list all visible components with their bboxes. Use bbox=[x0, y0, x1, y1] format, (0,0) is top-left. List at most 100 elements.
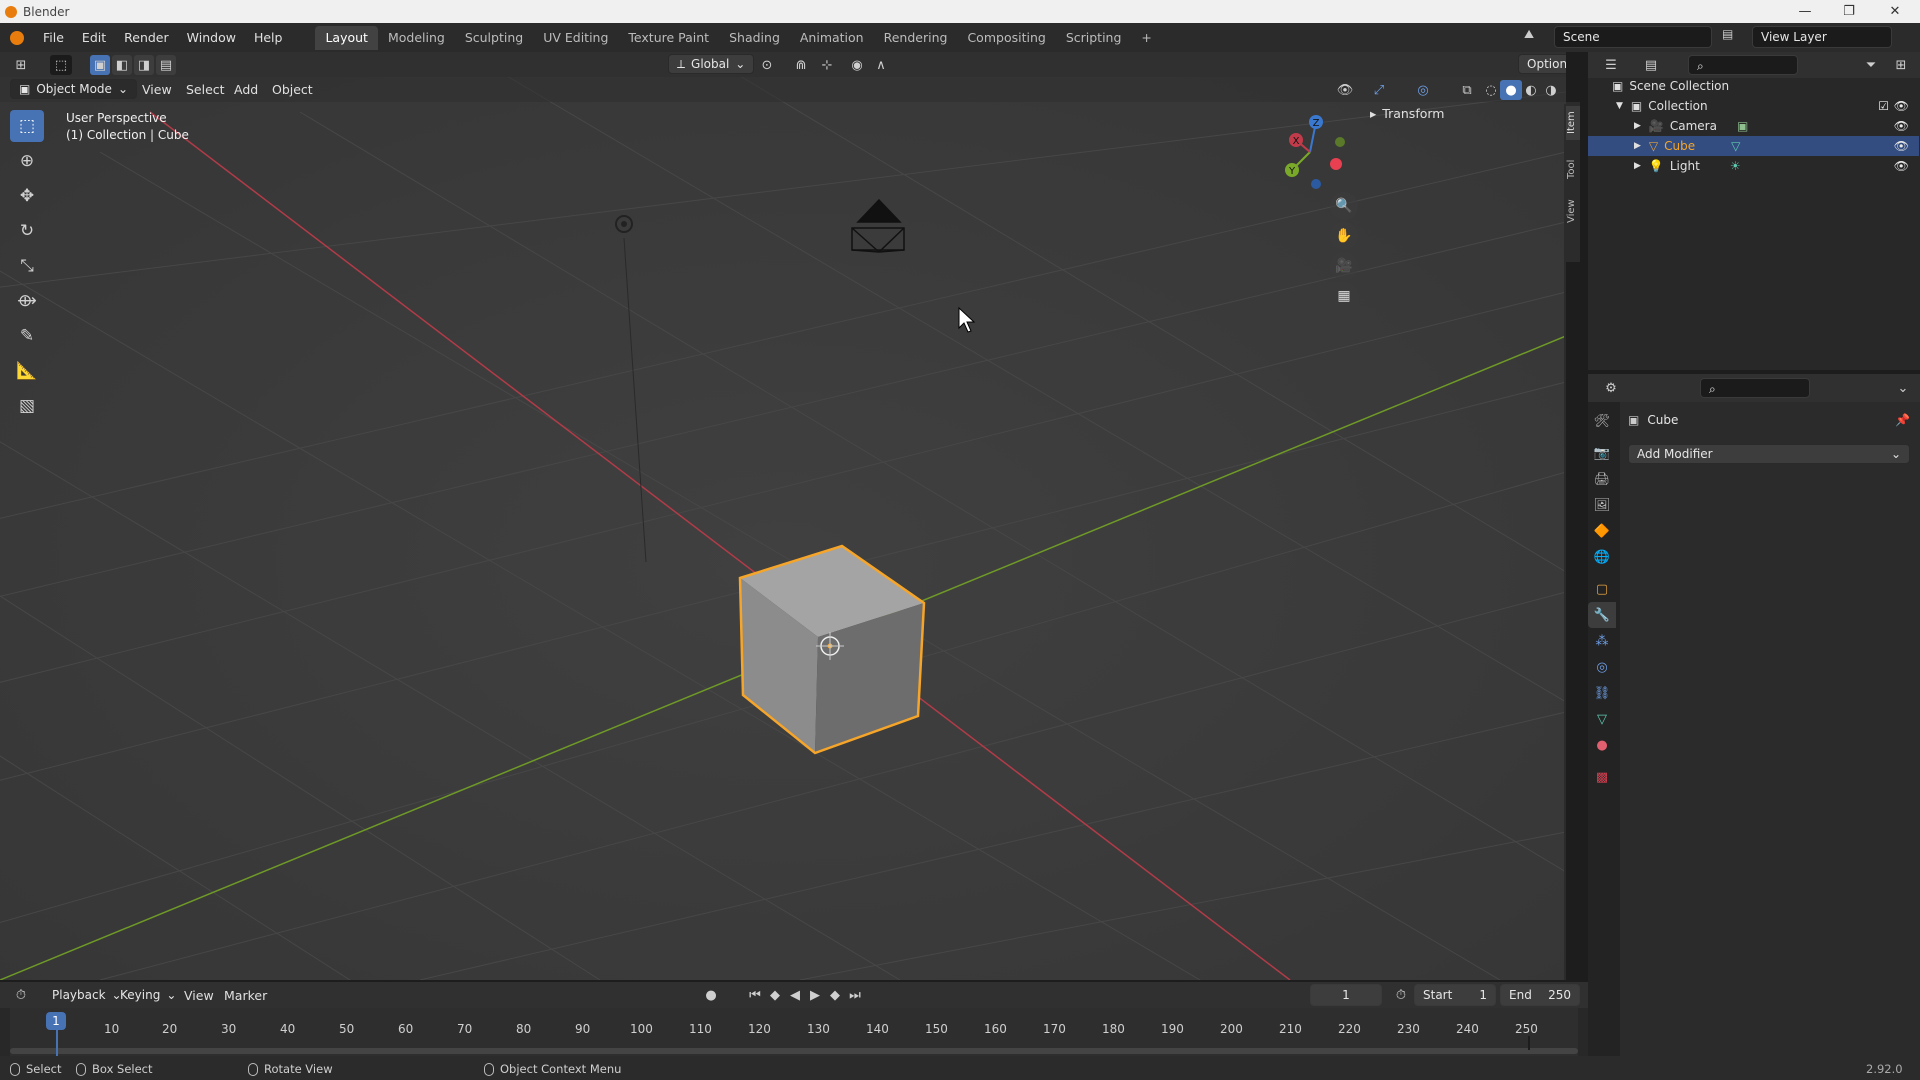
ortho-toggle-icon[interactable]: ▦ bbox=[1330, 282, 1358, 310]
jump-keyframe-forward-icon[interactable]: ◆ bbox=[824, 985, 846, 1005]
particles-tab-icon[interactable]: ⁂ bbox=[1588, 628, 1616, 654]
pan-view-icon[interactable]: ✋ bbox=[1330, 222, 1358, 250]
texture-tab-icon[interactable]: ▩ bbox=[1588, 764, 1616, 790]
world-tab-icon[interactable]: 🌐 bbox=[1588, 544, 1616, 570]
add-modifier-dropdown[interactable]: Add Modifier ⌄ bbox=[1628, 444, 1910, 464]
chevron-down-icon[interactable]: ⌄ bbox=[1892, 378, 1914, 398]
menu-object[interactable]: Object bbox=[264, 82, 321, 97]
view-layer-field[interactable]: View Layer bbox=[1752, 26, 1892, 48]
visibility-icon[interactable]: 👁 bbox=[1334, 80, 1356, 100]
physics-tab-icon[interactable]: ◎ bbox=[1588, 654, 1616, 680]
select-new-icon[interactable]: ▣ bbox=[90, 55, 110, 75]
jump-keyframe-back-icon[interactable]: ◆ bbox=[764, 985, 786, 1005]
tab-rendering[interactable]: Rendering bbox=[874, 26, 958, 50]
play-reverse-icon[interactable]: ◀ bbox=[784, 985, 806, 1005]
select-subtract-icon[interactable]: ◨ bbox=[134, 55, 154, 75]
add-workspace-icon[interactable]: + bbox=[1131, 26, 1161, 50]
measure-tool-icon[interactable]: 📐 bbox=[10, 355, 44, 387]
tab-compositing[interactable]: Compositing bbox=[957, 26, 1055, 50]
orientation-dropdown[interactable]: ⟂ Global ⌄ bbox=[668, 54, 755, 74]
outliner-search-input[interactable]: ⌕ bbox=[1688, 55, 1798, 75]
scene-name-field[interactable]: Scene bbox=[1554, 26, 1712, 48]
timeline-view-menu[interactable]: View bbox=[176, 988, 222, 1003]
outliner-collection[interactable]: ▼ ▣ Collection ☑ 👁 bbox=[1588, 96, 1919, 116]
tool-tab-icon[interactable]: 🛠 bbox=[1588, 408, 1616, 434]
rotate-tool-icon[interactable]: ↻ bbox=[10, 215, 44, 247]
current-frame-field[interactable]: 1 bbox=[1310, 984, 1382, 1006]
tab-item[interactable]: Item bbox=[1566, 106, 1580, 140]
move-tool-icon[interactable]: ✥ bbox=[10, 180, 44, 212]
menu-edit[interactable]: Edit bbox=[73, 27, 115, 49]
eye-icon[interactable]: 👁 bbox=[1894, 139, 1909, 153]
mode-dropdown[interactable]: ▣ Object Mode ⌄ bbox=[10, 79, 137, 99]
maximize-button[interactable]: ❐ bbox=[1826, 0, 1872, 23]
select-intersect-icon[interactable]: ▤ bbox=[156, 55, 176, 75]
snap-target-icon[interactable]: ⊹ bbox=[816, 55, 838, 75]
minimize-button[interactable]: — bbox=[1782, 0, 1828, 23]
outliner-item-light[interactable]: ▶ 💡 Light ☀ 👁 bbox=[1588, 156, 1919, 176]
display-mode-icon[interactable]: ▤ bbox=[1640, 55, 1662, 75]
view-layer-tab-icon[interactable]: 🖼 bbox=[1588, 492, 1616, 518]
view-layer-browse-icon[interactable]: ▤ bbox=[1722, 27, 1733, 41]
transform-tool-icon[interactable]: ⟴ bbox=[10, 285, 44, 317]
navigation-gizmo[interactable]: Z Y X bbox=[1270, 112, 1350, 192]
menu-add[interactable]: Add bbox=[226, 82, 266, 97]
falloff-icon[interactable]: ∧ bbox=[870, 55, 892, 75]
gizmo-toggle-icon[interactable]: ⤢ bbox=[1368, 80, 1390, 100]
eye-icon[interactable]: 👁 bbox=[1894, 119, 1909, 133]
expand-arrow-icon[interactable]: ▶ bbox=[1634, 141, 1641, 151]
outliner-item-camera[interactable]: ▶ 🎥 Camera ▣ 👁 bbox=[1588, 116, 1919, 136]
properties-search-input[interactable]: ⌕ bbox=[1700, 378, 1810, 398]
tab-scripting[interactable]: Scripting bbox=[1056, 26, 1132, 50]
camera-view-icon[interactable]: 🎥 bbox=[1330, 252, 1358, 280]
data-tab-icon[interactable]: ▽ bbox=[1588, 706, 1616, 732]
current-frame-marker[interactable]: 1 bbox=[46, 1012, 66, 1030]
transform-panel-header[interactable]: ▸ Transform bbox=[1370, 102, 1564, 124]
proportional-edit-icon[interactable]: ◉ bbox=[846, 55, 868, 75]
tab-layout[interactable]: Layout bbox=[315, 25, 378, 50]
pivot-point-icon[interactable]: ⊙ bbox=[756, 55, 778, 75]
pin-icon[interactable]: 📌 bbox=[1895, 413, 1910, 427]
select-extend-icon[interactable]: ◧ bbox=[112, 55, 132, 75]
eye-icon[interactable]: 👁 bbox=[1894, 159, 1909, 173]
scene-tab-icon[interactable]: 🔶 bbox=[1588, 518, 1616, 544]
material-shading-icon[interactable]: ◐ bbox=[1520, 80, 1542, 100]
select-box-tool-icon[interactable]: ⬚ bbox=[10, 110, 44, 142]
exclude-checkbox-icon[interactable]: ☑ bbox=[1878, 99, 1889, 113]
filter-icon[interactable]: ⏷ bbox=[1860, 55, 1882, 75]
end-frame-field[interactable]: End 250 bbox=[1500, 984, 1580, 1006]
play-icon[interactable]: ▶ bbox=[804, 985, 826, 1005]
tab-modeling[interactable]: Modeling bbox=[378, 26, 455, 50]
timeline-editor-type-icon[interactable]: ⏱ bbox=[10, 985, 32, 1005]
material-tab-icon[interactable]: ● bbox=[1588, 732, 1616, 758]
new-collection-icon[interactable]: ⊞ bbox=[1890, 55, 1912, 75]
menu-file[interactable]: File bbox=[34, 27, 73, 49]
expand-arrow-icon[interactable]: ▶ bbox=[1634, 161, 1641, 171]
rendered-shading-icon[interactable]: ◑ bbox=[1540, 80, 1562, 100]
3d-viewport[interactable]: ⊞ ⬚ ▣ ◧ ◨ ▤ ⟂ Global ⌄ ⊙ ⋒ ⊹ ◉ ∧ Options… bbox=[0, 52, 1566, 980]
zoom-view-icon[interactable]: 🔍 bbox=[1330, 192, 1358, 220]
render-tab-icon[interactable]: 📷 bbox=[1588, 440, 1616, 466]
add-cube-tool-icon[interactable]: ▧ bbox=[10, 390, 44, 422]
solid-shading-icon[interactable]: ● bbox=[1500, 80, 1522, 100]
outliner-item-cube[interactable]: ▶ ▽ Cube ▽ 👁 bbox=[1588, 136, 1919, 156]
preview-range-icon[interactable]: ⏱ bbox=[1390, 985, 1412, 1005]
cursor-tool-icon[interactable]: ⊕ bbox=[10, 145, 44, 177]
start-frame-field[interactable]: Start 1 bbox=[1414, 984, 1496, 1006]
wireframe-shading-icon[interactable]: ◌ bbox=[1480, 80, 1502, 100]
scene-browse-icon[interactable]: ⛰ bbox=[1524, 27, 1534, 42]
annotate-tool-icon[interactable]: ✎ bbox=[10, 320, 44, 352]
timeline-scrollbar[interactable] bbox=[10, 1048, 1578, 1054]
keying-menu[interactable]: Keying ⌄ bbox=[112, 985, 184, 1005]
overlays-toggle-icon[interactable]: ◎ bbox=[1412, 80, 1434, 100]
outliner-scene-collection[interactable]: ▣ Scene Collection bbox=[1588, 76, 1919, 96]
properties-editor-type-icon[interactable]: ⚙ bbox=[1600, 378, 1622, 398]
expand-arrow-icon[interactable]: ▼ bbox=[1616, 101, 1623, 111]
menu-render[interactable]: Render bbox=[115, 27, 178, 49]
tab-tool[interactable]: Tool bbox=[1566, 154, 1580, 184]
auto-keying-icon[interactable]: ● bbox=[700, 985, 722, 1005]
editor-type-icon[interactable]: ⊞ bbox=[10, 55, 32, 75]
snap-icon[interactable]: ⋒ bbox=[790, 55, 812, 75]
outliner-editor-type-icon[interactable]: ☰ bbox=[1600, 55, 1622, 75]
modifier-tab-icon[interactable]: 🔧 bbox=[1588, 602, 1616, 628]
